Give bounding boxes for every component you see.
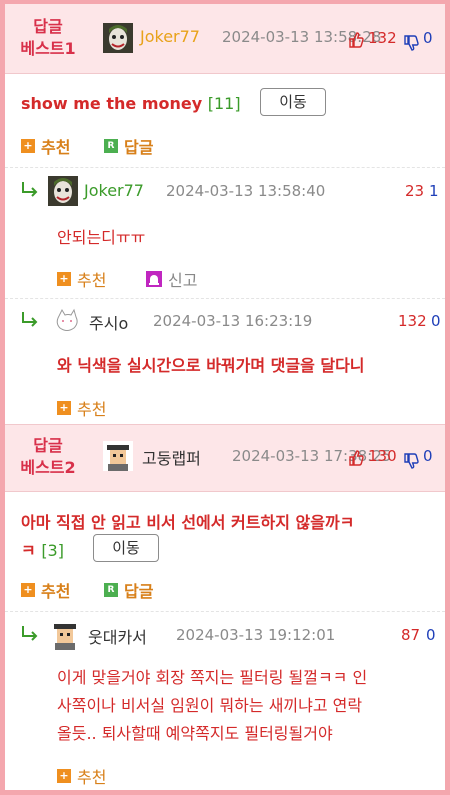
plus-icon: + xyxy=(21,583,35,597)
joker-avatar-icon[interactable] xyxy=(103,23,133,53)
reply-count: [3] xyxy=(41,541,64,560)
reply-arrow-icon xyxy=(22,182,38,197)
reply-1-down-count[interactable]: 1 xyxy=(429,182,439,200)
divider xyxy=(5,167,445,168)
recommend-button[interactable]: + 추천 xyxy=(57,396,106,420)
best-reply-1-down-count: 0 xyxy=(423,29,433,47)
reply-3-up-count[interactable]: 87 xyxy=(401,626,420,644)
reply-1-text: 안되는디ㅠㅠ xyxy=(57,228,146,247)
reply-1-up-count[interactable]: 23 xyxy=(405,182,424,200)
reply-1-time: 2024-03-13 13:58:40 xyxy=(166,182,326,200)
reply-count: [11] xyxy=(207,94,241,113)
pixel-graduate-avatar-icon[interactable] xyxy=(103,441,133,471)
reply-3-down-count[interactable]: 0 xyxy=(426,626,436,644)
best-reply-1-header: 답글 베스트1 Joker77 2024-03-13 13:58:28 132 … xyxy=(5,4,445,74)
reply-2-up-count[interactable]: 132 xyxy=(398,312,427,330)
reply-2-nick[interactable]: 주시o xyxy=(89,310,128,334)
best-reply-1-label: 답글 베스트1 xyxy=(20,17,76,58)
recommend-button[interactable]: + 추천 xyxy=(57,764,106,788)
reply-button[interactable]: R 답글 xyxy=(104,134,153,158)
reply-2-text: 와 닉색을 실시간으로 바꿔가며 댓글을 달다니 xyxy=(57,356,365,375)
move-button[interactable]: 이동 xyxy=(260,88,326,116)
recommend-button[interactable]: + 추천 xyxy=(21,578,70,602)
plus-icon: + xyxy=(21,139,35,153)
reply-1-nick[interactable]: Joker77 xyxy=(84,181,144,200)
reply-arrow-icon xyxy=(22,626,38,641)
reply-r-icon: R xyxy=(104,583,118,597)
recommend-button[interactable]: + 추천 xyxy=(21,134,70,158)
best-reply-2-header: 답글 베스트2 고둥랩퍼 2024-03-13 17:38:25 130 0 xyxy=(5,424,445,492)
reply-arrow-icon xyxy=(22,312,38,327)
best-reply-2-title[interactable]: 아마 직접 안 읽고 비서 선에서 커트하지 않을까ㅋ ㅋ [3] xyxy=(21,509,441,565)
reply-3-time: 2024-03-13 19:12:01 xyxy=(176,626,336,644)
pixel-graduate-avatar-icon[interactable] xyxy=(50,620,80,650)
thumbs-up-icon[interactable] xyxy=(348,32,364,48)
plus-icon: + xyxy=(57,401,71,415)
thumbs-up-icon[interactable] xyxy=(348,450,364,466)
report-siren-icon xyxy=(146,271,162,287)
plus-icon: + xyxy=(57,272,71,286)
reply-2-time: 2024-03-13 16:23:19 xyxy=(153,312,313,330)
recommend-button[interactable]: + 추천 xyxy=(57,267,106,291)
thumbs-down-icon[interactable] xyxy=(403,35,419,51)
best-reply-2-nick[interactable]: 고둥랩퍼 xyxy=(142,445,201,469)
reply-2-down-count[interactable]: 0 xyxy=(431,312,441,330)
cat-sketch-avatar-icon[interactable] xyxy=(51,306,81,336)
plus-icon: + xyxy=(57,769,71,783)
divider xyxy=(5,611,445,612)
reply-3-nick[interactable]: 웃대카서 xyxy=(88,624,147,648)
thumbs-down-icon[interactable] xyxy=(403,453,419,469)
best-reply-1-up-count: 132 xyxy=(368,29,397,47)
best-reply-2-up-count: 130 xyxy=(368,447,397,465)
divider xyxy=(5,298,445,299)
reply-panel: 답글 베스트1 Joker77 2024-03-13 13:58:28 132 … xyxy=(0,0,450,795)
best-reply-2-down-count: 0 xyxy=(423,447,433,465)
move-button[interactable]: 이동 xyxy=(93,534,159,562)
reply-r-icon: R xyxy=(104,139,118,153)
best-reply-2-label: 답글 베스트2 xyxy=(20,436,76,477)
joker-avatar-icon[interactable] xyxy=(48,176,78,206)
reply-button[interactable]: R 답글 xyxy=(104,578,153,602)
report-button[interactable]: 신고 xyxy=(146,267,197,291)
reply-3-text: 이게 맞을거야 회장 쪽지는 필터링 될껄ㅋㅋ 인 사쪽이나 비서실 임원이 뭐… xyxy=(57,668,368,743)
best-reply-1-nick[interactable]: Joker77 xyxy=(140,27,200,46)
best-reply-1-title[interactable]: show me the money [11] xyxy=(21,94,241,113)
